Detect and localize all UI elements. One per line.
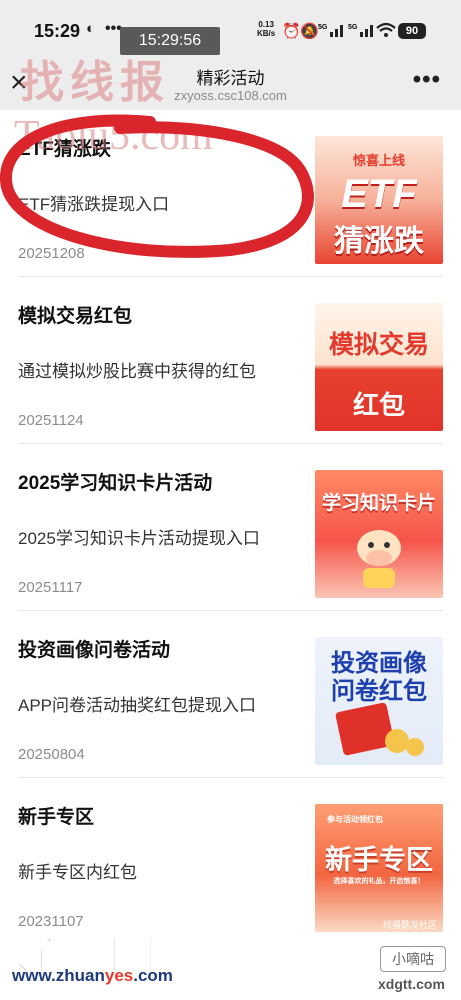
- item-thumbnail: 投资画像 问卷红包: [315, 637, 443, 765]
- page-url: zxyoss.csc108.com: [174, 88, 287, 103]
- more-menu-icon[interactable]: •••: [413, 66, 441, 94]
- svg-text:5G: 5G: [318, 24, 328, 31]
- item-thumbnail: 参与活动领红包 新手专区 选择喜欢的礼品，开启惊喜！ 线报酷发社区: [315, 804, 443, 932]
- item-desc: 2025学习知识卡片活动提现入口: [18, 529, 260, 548]
- battery-indicator: 90: [398, 23, 426, 39]
- item-title: 2025学习知识卡片活动: [18, 473, 213, 494]
- item-desc: APP问卷活动抽奖红包提现入口: [18, 696, 257, 715]
- time-overlay: 15:29:56: [120, 27, 220, 55]
- signal-5g-icon-2: 5G: [348, 24, 373, 37]
- watermark-corner-badge: 小嘀咕: [380, 946, 446, 972]
- list-item[interactable]: 投资画像问卷活动 APP问卷活动抽奖红包提现入口 20250804 投资画像 问…: [0, 611, 461, 778]
- status-bar: 15:29 ◐ ••• 15:29:56 0.13 KB/s ⏰ 🔕 5G 5G…: [0, 0, 461, 58]
- item-date: 20251124: [18, 412, 84, 429]
- item-title: 新手专区: [18, 807, 95, 828]
- watermark-corner-url: xdgtt.com: [378, 976, 445, 992]
- item-desc: 通过模拟炒股比赛中获得的红包: [18, 362, 256, 381]
- item-thumbnail: 惊喜上线 ETF 猜涨跌: [315, 136, 443, 264]
- cow-mascot-icon: [357, 530, 401, 588]
- red-envelope-icon: [335, 703, 424, 756]
- item-title: 投资画像问卷活动: [18, 640, 171, 661]
- mute-icon: 🔕: [300, 23, 319, 40]
- item-thumbnail: 模拟交易 红包: [315, 303, 443, 431]
- activity-list: ETF猜涨跌 ETF猜涨跌提现入口 20251208 惊喜上线 ETF 猜涨跌 …: [0, 110, 461, 945]
- watermark-bottom-url: www.zhuanyes.com: [12, 966, 173, 985]
- network-speed: 0.13 KB/s: [257, 20, 276, 38]
- svg-text:5G: 5G: [348, 24, 358, 31]
- status-time: 15:29: [34, 21, 81, 41]
- list-item[interactable]: ETF猜涨跌 ETF猜涨跌提现入口 20251208 惊喜上线 ETF 猜涨跌: [0, 110, 461, 277]
- list-item[interactable]: 2025学习知识卡片活动 2025学习知识卡片活动提现入口 20251117 学…: [0, 444, 461, 611]
- nav-bar: × 精彩活动 zxyoss.csc108.com •••: [0, 58, 461, 110]
- item-thumbnail: 学习知识卡片: [315, 470, 443, 598]
- wifi-icon: [376, 22, 396, 37]
- item-title: ETF猜涨跌: [18, 139, 111, 160]
- item-desc: 新手专区内红包: [18, 863, 137, 882]
- item-title: 模拟交易红包: [18, 306, 133, 327]
- page-title: 精彩活动: [196, 69, 265, 88]
- signal-5g-icon: 5G: [318, 24, 343, 37]
- alarm-icon: ◐: [86, 20, 96, 37]
- item-date: 20250804: [18, 746, 85, 763]
- item-date: 20231107: [18, 913, 84, 930]
- clock-icon: ⏰: [282, 23, 301, 40]
- item-desc: ETF猜涨跌提现入口: [18, 195, 170, 214]
- list-item[interactable]: 模拟交易红包 通过模拟炒股比赛中获得的红包 20251124 模拟交易 红包: [0, 277, 461, 444]
- item-date: 20251208: [18, 245, 85, 262]
- list-item[interactable]: 新手专区 新手专区内红包 20231107 参与活动领红包 新手专区 选择喜欢的…: [0, 778, 461, 945]
- item-date: 20251117: [18, 579, 83, 596]
